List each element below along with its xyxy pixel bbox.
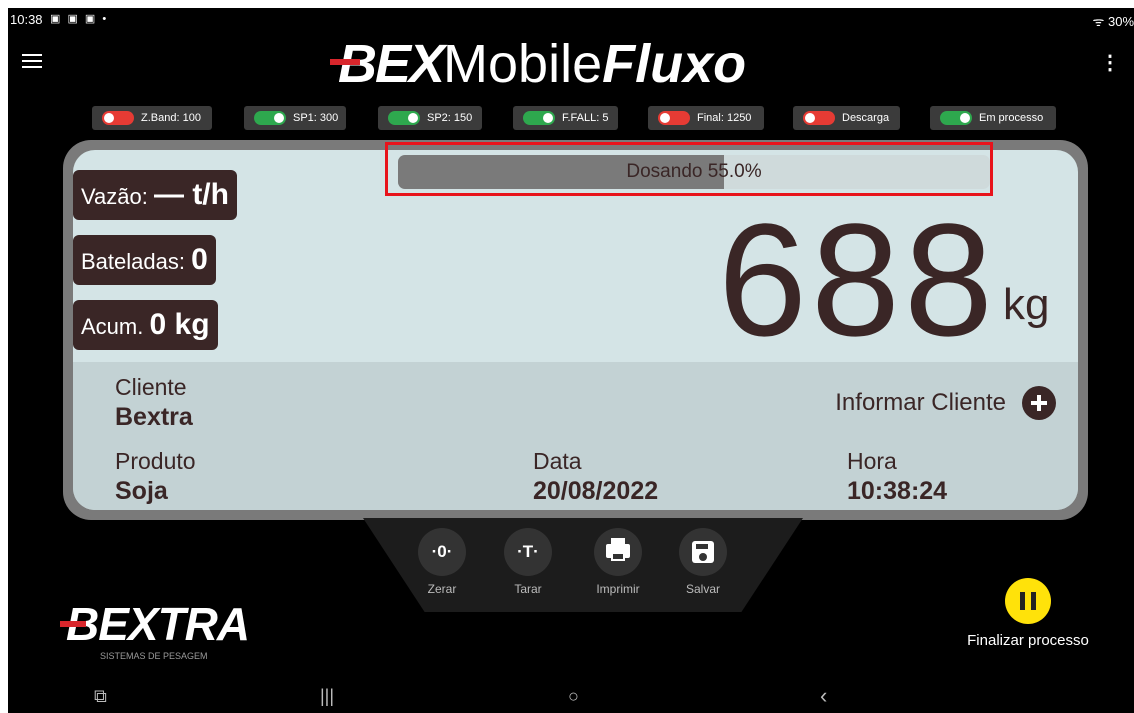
brand-subtitle: SISTEMAS DE PESAGEM [100,651,208,661]
chip-final[interactable]: Final: 1250 [648,106,764,130]
vazao-value: — t/h [153,178,229,211]
save-icon-circle [679,528,727,576]
produto-field: Produto Soja [115,448,196,506]
zero-icon: ·0· [418,528,466,576]
tare-icon: ·T· [504,528,552,576]
bextra-logo: BEXTRA SISTEMAS DE PESAGEM [59,598,250,661]
bateladas-badge: Bateladas: 0 [73,235,216,285]
tarar-button[interactable]: ·T· Tarar [498,528,558,596]
produto-value: Soja [115,477,168,505]
toggle-switch-icon [523,111,555,125]
chip-label: Em processo [979,112,1044,124]
chip-label: Z.Band: 100 [141,112,201,124]
finalizar-label: Finalizar processo [967,632,1089,649]
chip-sp1[interactable]: SP1: 300 [244,106,346,130]
toggle-switch-icon [102,111,134,125]
save-icon [692,541,714,563]
toggle-switch-icon [940,111,972,125]
toggle-switch-icon [254,111,286,125]
back-icon[interactable]: ‹ [820,683,827,709]
weight-value: 688 [718,190,997,369]
toggle-switch-icon [803,111,835,125]
status-time: 10:38 [10,12,43,27]
hora-value: 10:38:24 [847,477,948,505]
cliente-label: Cliente [115,374,187,400]
chip-ffall[interactable]: F.FALL: 5 [513,106,618,130]
chip-zband[interactable]: Z.Band: 100 [92,106,212,130]
info-row: Produto Soja Data 20/08/2022 Hora 10:38:… [73,440,1078,510]
hora-field: Hora 10:38:24 [847,448,947,506]
data-label: Data [533,448,582,474]
battery-wifi-status: ᯤ 30% [1092,14,1134,29]
salvar-button[interactable]: Salvar [673,528,733,596]
chip-label: Final: 1250 [697,112,752,124]
hamburger-menu-icon[interactable] [22,54,42,72]
zerar-label: Zerar [427,582,457,596]
imprimir-button[interactable]: Imprimir [588,528,648,596]
screenshot-icon[interactable]: ⧉ [94,686,107,707]
system-nav-bar: ⧉ ||| ○ ‹ [8,680,1134,713]
printer-icon [606,538,630,561]
status-toggles: Z.Band: 100 SP1: 300 SP2: 150 F.FALL: 5 … [8,106,1134,130]
cliente-value: Bextra [115,403,193,431]
chip-label: SP1: 300 [293,112,339,124]
chip-label: SP2: 150 [427,112,473,124]
cliente-row: Cliente Bextra Informar Cliente [73,362,1078,441]
chip-descarga[interactable]: Descarga [793,106,900,130]
weight-unit: kg [1003,280,1050,329]
produto-label: Produto [115,448,196,474]
vazao-badge: Vazão: — t/h [73,170,237,220]
hora-label: Hora [847,448,897,474]
finalizar-processo-button[interactable]: Finalizar processo [958,578,1098,649]
toggle-switch-icon [388,111,420,125]
informar-cliente-button[interactable]: Informar Cliente [835,386,1056,420]
app-logo: BEXMobileFluxo [338,34,746,94]
weighing-panel: Dosando 55.0% Vazão: — t/h Bateladas: 0 … [63,140,1088,520]
acum-value: 0 kg [149,308,210,341]
data-value: 20/08/2022 [533,477,659,505]
logo-fluxo: Fluxo [602,34,747,94]
status-bar: 10:38 ▣ ▣ ▣ • ᯤ 30% [8,8,1134,30]
tarar-label: Tarar [514,582,542,596]
panel-display: Dosando 55.0% Vazão: — t/h Bateladas: 0 … [73,150,1078,510]
cliente-field: Cliente Bextra [115,374,193,432]
acumulado-badge: Acum. 0 kg [73,300,218,350]
progress-highlight-box [385,142,993,196]
chip-em-processo[interactable]: Em processo [930,106,1056,130]
acum-label: Acum. [81,314,144,339]
add-circle-icon [1022,386,1056,420]
toggle-switch-icon [658,111,690,125]
bateladas-value: 0 [191,243,208,276]
chip-sp2[interactable]: SP2: 150 [378,106,482,130]
vazao-label: Vazão: [81,184,148,209]
informar-cliente-label: Informar Cliente [835,389,1006,416]
chip-label: F.FALL: 5 [562,112,609,124]
recents-icon[interactable]: ||| [320,686,334,707]
app-screen: 10:38 ▣ ▣ ▣ • ᯤ 30% ⋮ BEXMobileFluxo Z.B… [8,8,1134,713]
notification-icons: ▣ ▣ ▣ • [50,13,109,25]
zerar-button[interactable]: ·0· Zerar [412,528,472,596]
brand-name: BEXTRA [59,598,250,650]
data-field: Data 20/08/2022 [533,448,658,506]
logo-mobile: Mobile [443,34,603,94]
imprimir-label: Imprimir [596,582,640,596]
salvar-label: Salvar [685,582,720,596]
print-icon-circle [594,528,642,576]
pause-icon [1005,578,1051,624]
more-vert-icon[interactable]: ⋮ [1100,53,1120,73]
chip-label: Descarga [842,112,890,124]
bateladas-label: Bateladas: [81,249,185,274]
logo-bex: BEX [338,34,445,94]
home-icon[interactable]: ○ [568,686,579,707]
